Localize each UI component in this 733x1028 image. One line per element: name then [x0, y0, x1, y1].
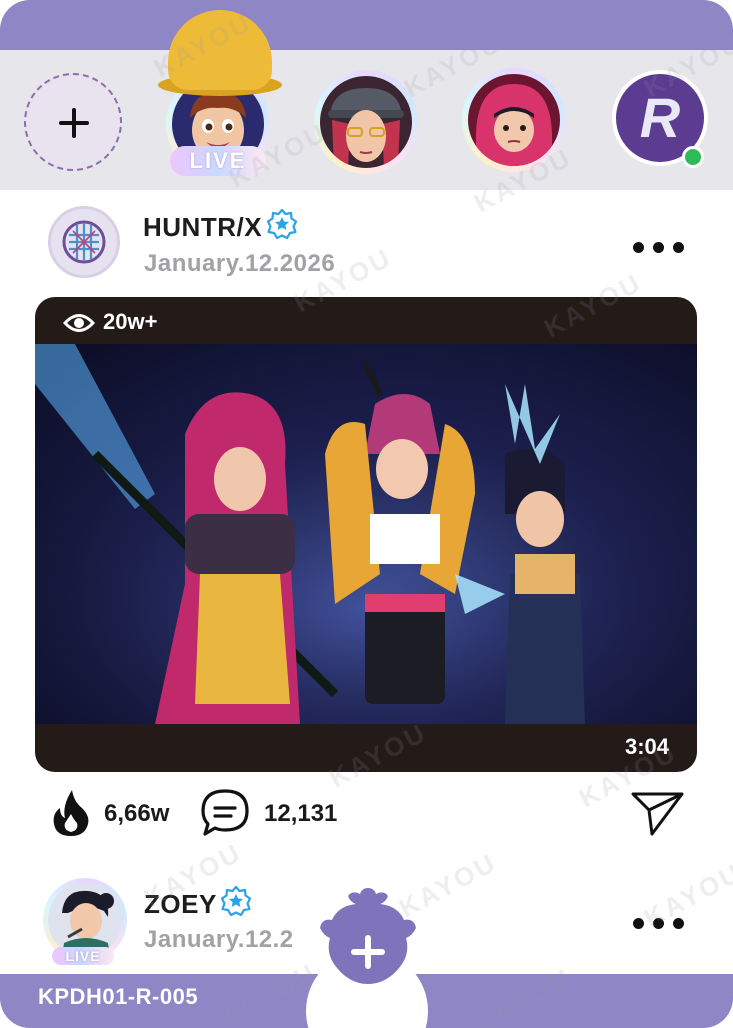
online-status-dot [682, 146, 704, 168]
video-thumbnail [35, 344, 697, 724]
author-name[interactable]: HUNTR/X [143, 212, 262, 243]
huntrx-logo-icon [62, 220, 106, 264]
flame-icon[interactable] [52, 788, 90, 838]
thumbnail-illustration [35, 344, 697, 724]
view-count: 20w+ [62, 309, 158, 335]
view-count-text: 20w+ [103, 309, 158, 334]
more-options-icon[interactable] [630, 916, 686, 930]
live-badge-small: LIVE [52, 947, 114, 965]
live-badge: LIVE [170, 146, 266, 176]
video-duration: 3:04 [624, 734, 669, 759]
story-avatar-mira[interactable] [314, 70, 418, 174]
avatar [468, 74, 560, 166]
like-count: 6,66w [104, 800, 170, 827]
chat-bubble-icon[interactable] [199, 788, 251, 838]
create-post-button[interactable] [318, 880, 418, 990]
top-band [0, 0, 733, 50]
more-options-icon[interactable] [630, 240, 686, 254]
avatar [48, 883, 122, 957]
next-author-name[interactable]: ZOEY [144, 889, 217, 920]
story-avatar-zoey[interactable] [462, 68, 566, 172]
eye-icon [62, 314, 96, 333]
verified-badge-icon [220, 885, 252, 917]
paper-plane-icon[interactable] [630, 790, 686, 838]
add-story-button[interactable] [24, 73, 122, 171]
next-post-date: January.12.2 [144, 926, 294, 953]
comment-count: 12,131 [264, 800, 338, 827]
card-code: KPDH01-R-005 [38, 984, 199, 1009]
author-avatar[interactable] [48, 206, 120, 278]
post-date: January.12.2026 [144, 250, 336, 277]
fab-container [290, 880, 446, 1028]
verified-badge-icon [266, 208, 298, 240]
post-card: LIVE R HUNTR/X January.12.2026 20w+ 3:04… [0, 0, 733, 1028]
avatar [320, 76, 412, 168]
video-player[interactable]: 20w+ 3:04 [35, 297, 697, 772]
